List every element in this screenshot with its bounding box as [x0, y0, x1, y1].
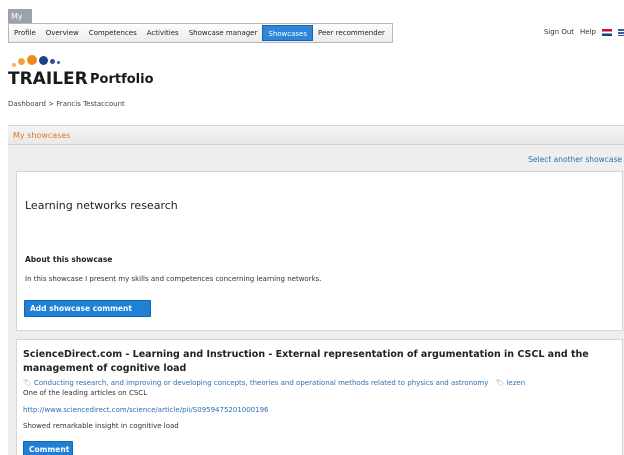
tag-link[interactable]: lezen — [506, 379, 525, 387]
section-title: My showcases — [13, 131, 71, 140]
item-url-link[interactable]: http://www.sciencedirect.com/science/art… — [23, 406, 269, 414]
item-description: One of the leading articles on CSCL — [23, 389, 148, 397]
select-another-showcase-link[interactable]: Select another showcase — [528, 155, 622, 164]
about-text: In this showcase I present my skills and… — [25, 275, 322, 283]
tag-icon: 🏷︎ — [23, 379, 32, 387]
tag-link[interactable]: Conducting research, and improving or de… — [34, 379, 488, 387]
showcase-card: Learning networks research About this sh… — [16, 171, 623, 331]
header-links: Sign Out Help — [544, 28, 624, 36]
logo-portfolio: Portfolio — [90, 72, 154, 87]
help-link[interactable]: Help — [580, 28, 596, 36]
nav-showcase-manager[interactable]: Showcase manager — [184, 25, 263, 41]
about-label: About this showcase — [25, 255, 113, 264]
english-flag-icon[interactable] — [618, 28, 624, 36]
add-showcase-comment-button[interactable]: Add showcase comment — [24, 300, 151, 317]
item-tags: 🏷︎ Conducting research, and improving or … — [23, 379, 525, 387]
section-header: My showcases — [8, 125, 624, 145]
tag-icon: 🏷︎ — [495, 379, 505, 387]
nav-profile[interactable]: Profile — [9, 25, 41, 41]
top-bar: My Profile Overview Competences Activiti… — [0, 0, 624, 46]
logo-dots — [12, 54, 82, 70]
sign-out-link[interactable]: Sign Out — [544, 28, 574, 36]
showcase-title: Learning networks research — [25, 199, 178, 212]
my-tab[interactable]: My — [8, 9, 32, 24]
showcase-item-card: ScienceDirect.com - Learning and Instruc… — [16, 339, 623, 455]
nav-activities[interactable]: Activities — [142, 25, 184, 41]
nav-peer-recommender[interactable]: Peer recommender — [313, 25, 390, 41]
main-nav: Profile Overview Competences Activities … — [8, 23, 393, 43]
trailer-logo: TRAILER Portfolio — [8, 52, 208, 97]
dutch-flag-icon[interactable] — [602, 28, 612, 36]
nav-showcases[interactable]: Showcases — [262, 25, 314, 41]
comment-button[interactable]: Comment — [23, 441, 73, 455]
nav-competences[interactable]: Competences — [84, 25, 142, 41]
nav-overview[interactable]: Overview — [41, 25, 84, 41]
logo-wordmark: TRAILER — [8, 69, 88, 89]
item-title: ScienceDirect.com - Learning and Instruc… — [23, 349, 589, 374]
breadcrumb[interactable]: Dashboard > Francis Testaccount — [8, 100, 125, 108]
item-remark: Showed remarkable insight in cognitive l… — [23, 422, 179, 430]
